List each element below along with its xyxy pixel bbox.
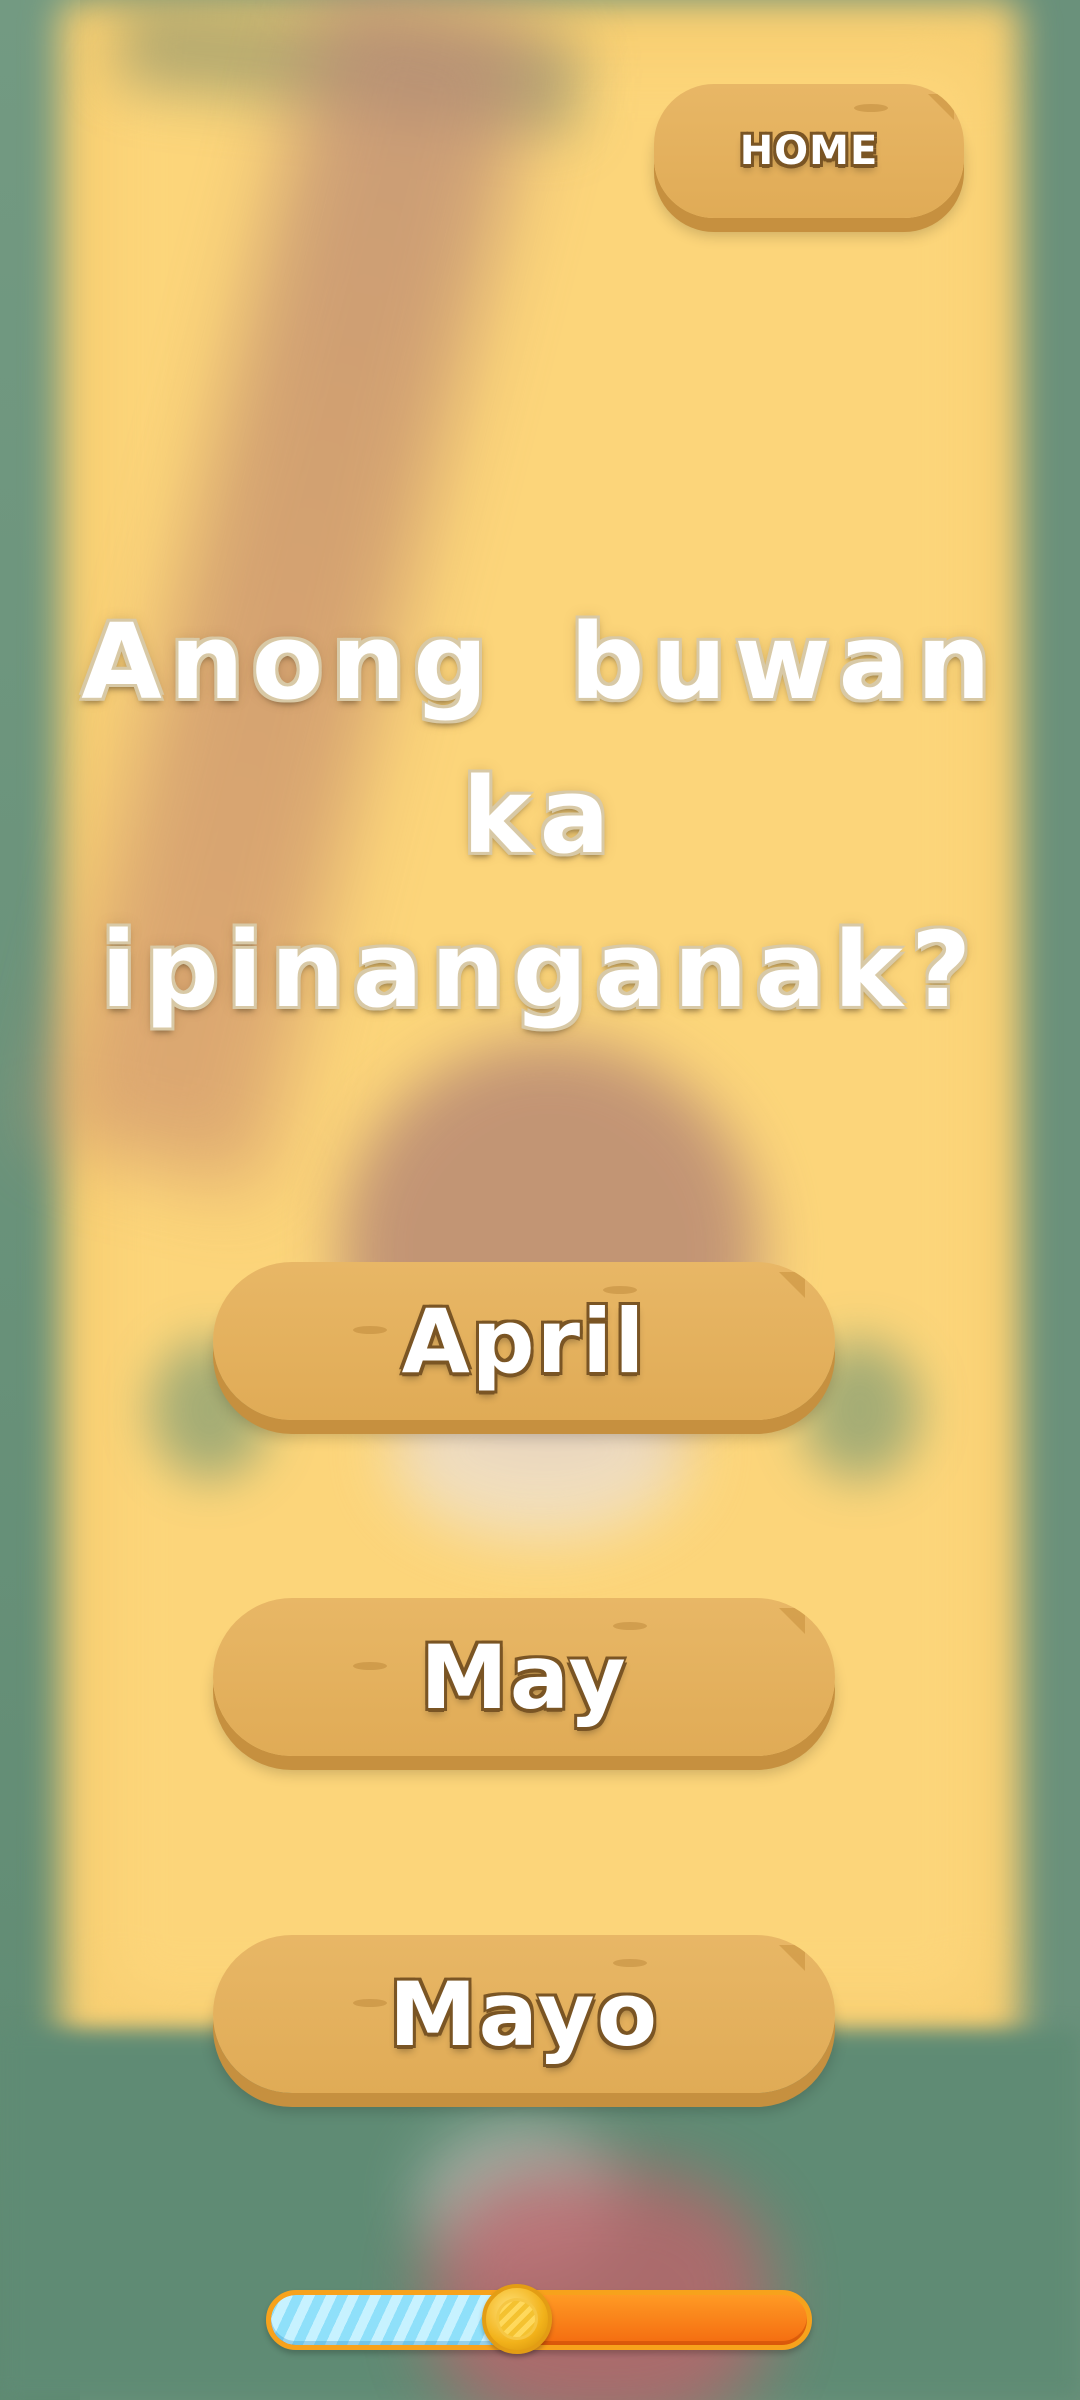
home-button-label: HOME — [739, 128, 879, 174]
answer-label: April — [401, 1289, 647, 1393]
wood-spot — [353, 1999, 387, 2007]
game-screen: HOME Anong buwan ka ipinanganak? April M… — [0, 0, 1080, 2400]
wood-spot — [353, 1326, 387, 1334]
wood-corner — [779, 1272, 805, 1298]
answer-label: Mayo — [388, 1962, 660, 2066]
answer-button-mayo[interactable]: Mayo — [213, 1935, 835, 2093]
question-text: Anong buwan ka ipinanganak? — [81, 601, 999, 1031]
progress-fill — [271, 2295, 518, 2345]
background-object-red — [430, 2170, 770, 2400]
wood-corner — [779, 1945, 805, 1971]
coin-face — [496, 2298, 539, 2340]
wood-spot — [353, 1662, 387, 1670]
home-button[interactable]: HOME — [654, 84, 964, 218]
wood-corner — [928, 94, 954, 120]
answer-label: May — [420, 1625, 628, 1729]
coin-icon — [482, 2284, 553, 2354]
answer-button-may[interactable]: May — [213, 1598, 835, 1756]
wood-spot — [854, 104, 888, 112]
wood-corner — [779, 1608, 805, 1634]
answer-button-april[interactable]: April — [213, 1262, 835, 1420]
